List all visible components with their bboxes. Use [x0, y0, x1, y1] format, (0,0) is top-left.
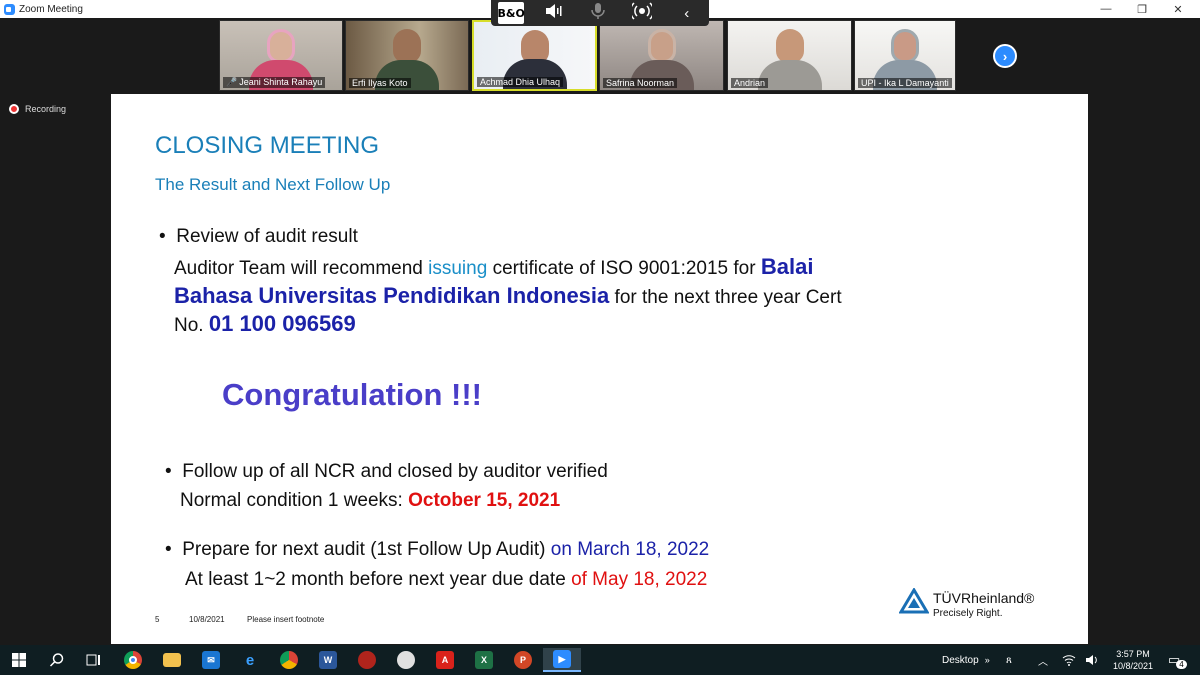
powerpoint-icon: P — [514, 651, 532, 669]
bullet-followup-line: Normal condition 1 weeks: October 15, 20… — [180, 490, 561, 511]
bullet-next-audit-line: At least 1~2 month before next year due … — [185, 569, 708, 590]
taskbar-mail[interactable]: ✉ — [192, 648, 230, 672]
congratulation-text: Congratulation !!! — [222, 377, 483, 412]
next-participants-button[interactable]: › — [993, 44, 1017, 68]
participant-tile[interactable]: UPI - Ika L Damayanti — [854, 20, 956, 91]
task-view-icon — [86, 654, 100, 666]
record-icon — [9, 104, 19, 114]
tuv-brand: TÜVRheinland® — [933, 590, 1035, 606]
microphone-icon[interactable] — [583, 2, 613, 24]
clock-time: 3:57 PM — [1116, 649, 1150, 659]
restore-button[interactable]: ❐ — [1124, 0, 1160, 18]
search-icon — [49, 653, 64, 667]
taskbar-powerpoint[interactable]: P — [504, 648, 542, 672]
zoom-logo-icon — [4, 3, 15, 15]
bullet-review-line1: Auditor Team will recommend issuing cert… — [174, 254, 814, 279]
chevron-left-icon[interactable]: ‹ — [672, 5, 702, 22]
participant-name: 🎤 Jeani Shinta Rahayu — [223, 77, 326, 88]
search-button[interactable] — [38, 648, 76, 672]
word-icon: W — [319, 651, 337, 669]
participant-tile[interactable]: Erfi Ilyas Koto — [345, 20, 469, 91]
broadcast-icon[interactable] — [627, 2, 657, 24]
paint-icon — [397, 651, 415, 669]
app-icon — [358, 651, 376, 669]
taskbar-chrome-profile[interactable] — [270, 648, 308, 672]
taskbar-word[interactable]: W — [309, 648, 347, 672]
chevron-right-icon: › — [1002, 48, 1008, 64]
slide-title: CLOSING MEETING — [155, 132, 380, 159]
screen-share-toolbar: B&O ‹ — [491, 0, 709, 26]
bullet-next-audit: • Prepare for next audit (1st Follow Up … — [165, 539, 710, 560]
chrome-profile-icon — [280, 651, 298, 669]
pdf-icon: A — [436, 651, 454, 669]
taskbar-zoom[interactable]: ▶ — [543, 648, 581, 672]
participant-tile-active-speaker[interactable]: Achmad Dhia Ulhaq — [472, 20, 597, 91]
notifications-button[interactable]: ▭ 4 — [1168, 645, 1187, 675]
speaker-icon[interactable] — [539, 3, 569, 23]
system-clock[interactable]: 3:57 PM 10/8/2021 — [1108, 648, 1158, 672]
participant-tile[interactable]: 🎤 Jeani Shinta Rahayu — [219, 20, 343, 91]
window-title: Zoom Meeting — [19, 3, 83, 15]
edge-icon: e — [245, 651, 255, 669]
bullet-review-line3: No. 01 100 096569 — [174, 311, 356, 336]
participant-name: Erfi Ilyas Koto — [349, 78, 411, 88]
participant-tile[interactable]: Andrian — [727, 20, 852, 91]
task-view-button[interactable] — [75, 648, 113, 672]
zoom-icon: ▶ — [553, 650, 571, 668]
taskbar-file-explorer[interactable] — [153, 648, 191, 672]
bo-app-icon[interactable]: B&O — [498, 2, 525, 24]
wifi-icon[interactable] — [1062, 645, 1076, 675]
participant-tile[interactable]: Safrina Noorman — [599, 20, 724, 91]
excel-icon: X — [475, 651, 493, 669]
shared-slide: CLOSING MEETING The Result and Next Foll… — [111, 94, 1088, 644]
participant-name: Achmad Dhia Ulhaq — [477, 77, 564, 87]
windows-taskbar: ✉ e W A X P ▶ Desktop» ጸ ︿ 3:57 PM 10/8/… — [0, 645, 1200, 675]
tuv-triangle-icon — [899, 588, 929, 614]
taskbar-chrome[interactable] — [114, 648, 152, 672]
mail-icon: ✉ — [202, 651, 220, 669]
close-button[interactable]: ✕ — [1160, 0, 1196, 18]
slide-footer-date: 10/8/2021 — [189, 615, 225, 624]
people-icon[interactable]: ጸ — [1006, 645, 1012, 675]
slide-page-number: 5 — [155, 615, 160, 624]
bullet-review: • Review of audit result — [159, 226, 358, 247]
start-button[interactable] — [0, 648, 38, 672]
taskbar-acrobat[interactable]: A — [426, 648, 464, 672]
taskbar-paint[interactable] — [387, 648, 425, 672]
bullet-followup: • Follow up of all NCR and closed by aud… — [165, 461, 608, 482]
chevron-up-icon[interactable]: ︿ — [1038, 645, 1048, 675]
slide-subtitle: The Result and Next Follow Up — [155, 175, 391, 194]
slide-footnote: Please insert footnote — [247, 615, 325, 624]
minimize-button[interactable]: — — [1088, 0, 1124, 18]
notification-count: 4 — [1176, 659, 1187, 669]
taskbar-edge[interactable]: e — [231, 648, 269, 672]
tuv-tagline: Precisely Right. — [933, 608, 1003, 619]
participant-name: Safrina Noorman — [603, 78, 678, 88]
participant-name: UPI - Ika L Damayanti — [858, 78, 952, 88]
clock-date: 10/8/2021 — [1112, 661, 1154, 671]
participant-name: Andrian — [731, 78, 769, 88]
folder-icon — [163, 653, 181, 667]
taskbar-excel[interactable]: X — [465, 648, 503, 672]
bullet-review-line2: Bahasa Universitas Pendidikan Indonesia … — [174, 283, 842, 308]
volume-icon[interactable] — [1085, 645, 1099, 675]
chevron-double-right-icon: » — [984, 655, 990, 665]
taskbar-app[interactable] — [348, 648, 386, 672]
muted-mic-icon: 🎤 — [226, 77, 238, 87]
recording-indicator[interactable]: Recording — [9, 104, 66, 114]
recording-label: Recording — [25, 104, 67, 114]
desktop-toolbar[interactable]: Desktop» — [942, 645, 990, 675]
chrome-icon — [124, 651, 142, 669]
windows-icon — [12, 653, 26, 667]
